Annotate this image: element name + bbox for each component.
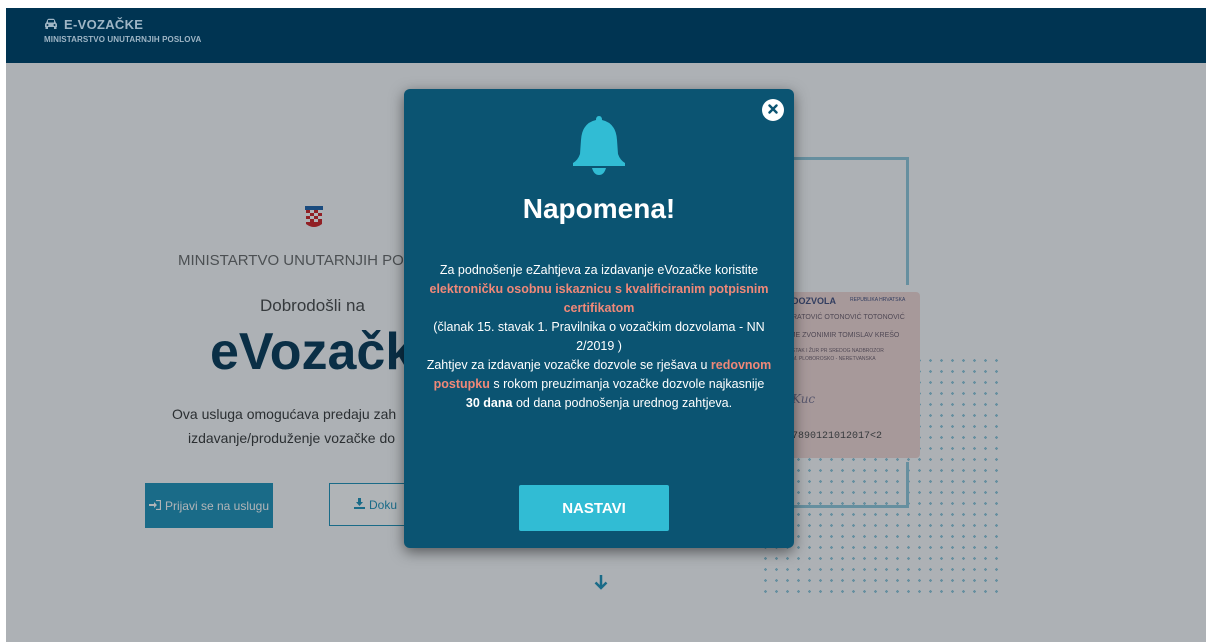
app-subtitle: MINISTARSTVO UNUTARNJIH POSLOVA <box>44 35 202 44</box>
bell-icon <box>569 114 629 181</box>
message-text-4: s rokom preuzimanja vozačke dozvole najk… <box>489 377 765 391</box>
message-text-3: Zahtjev za izdavanje vozačke dozvole se … <box>426 358 711 372</box>
brand[interactable]: E-VOZAČKE MINISTARSTVO UNUTARNJIH POSLOV… <box>44 17 201 44</box>
car-icon <box>44 17 58 32</box>
close-icon <box>768 101 778 119</box>
message-highlight-id-card: elektroničku osobnu iskaznicu s kvalific… <box>429 282 769 315</box>
close-button[interactable] <box>762 99 784 121</box>
app-title: E-VOZAČKE <box>64 17 144 32</box>
top-bar: E-VOZAČKE MINISTARSTVO UNUTARNJIH POSLOV… <box>6 8 1206 63</box>
notice-modal: Napomena! Za podnošenje eZahtjeva za izd… <box>404 89 794 548</box>
modal-message: Za podnošenje eZahtjeva za izdavanje eVo… <box>426 261 772 413</box>
message-bold-days: 30 dana <box>465 396 513 410</box>
message-text-5: od dana podnošenja urednog zahtjeva. <box>512 396 733 410</box>
message-text-2: (članak 15. stavak 1. Pravilnika o vozač… <box>433 320 765 353</box>
modal-title: Napomena! <box>522 193 676 224</box>
page: E-VOZAČKE MINISTARSTVO UNUTARNJIH POSLOV… <box>0 0 1206 642</box>
message-text-1: Za podnošenje eZahtjeva za izdavanje eVo… <box>439 263 759 277</box>
continue-button[interactable]: NASTAVI <box>519 485 669 531</box>
